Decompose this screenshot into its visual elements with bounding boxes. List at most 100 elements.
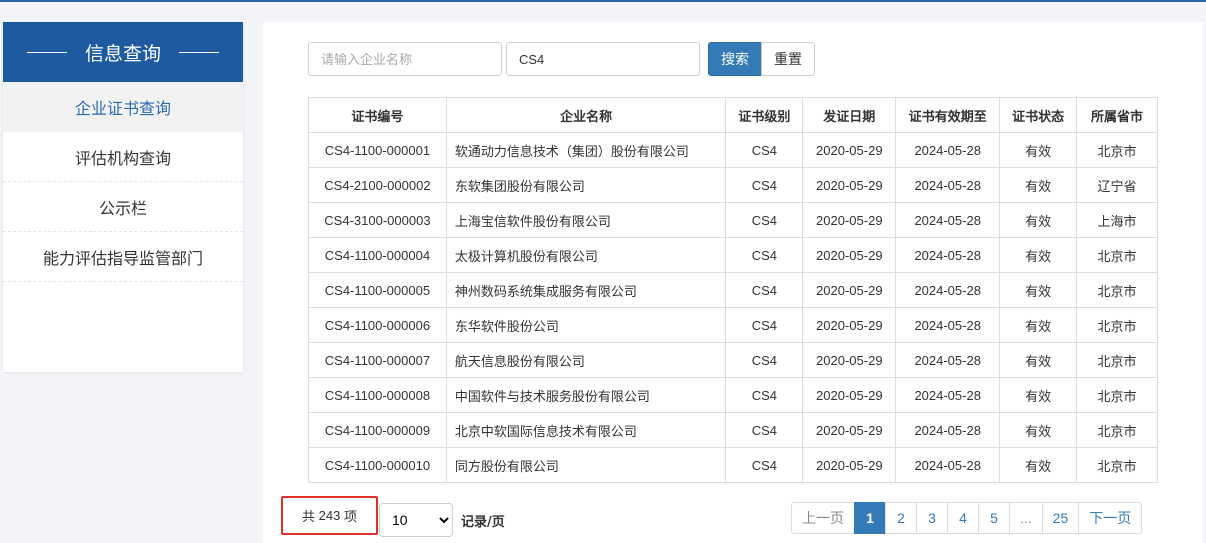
cell-level: CS4 bbox=[725, 307, 804, 343]
cell-level: CS4 bbox=[725, 342, 804, 378]
sidebar-header: 信息查询 bbox=[3, 22, 243, 82]
sidebar-item-certificate-query[interactable]: 企业证书查询 bbox=[3, 82, 243, 132]
cell-company: 同方股份有限公司 bbox=[445, 447, 727, 483]
cell-level: CS4 bbox=[725, 272, 804, 308]
pagination: 上一页 1 2 3 4 5 ... 25 下一页 bbox=[791, 502, 1143, 534]
cell-company: 神州数码系统集成服务有限公司 bbox=[445, 272, 727, 308]
search-bar: 搜索 重置 bbox=[308, 42, 815, 76]
total-count: 共 243 项 bbox=[281, 496, 378, 535]
cell-company: 软通动力信息技术（集团）股份有限公司 bbox=[445, 132, 727, 168]
cell-level: CS4 bbox=[725, 167, 804, 203]
table-row: CS4-1100-000008 中国软件与技术服务股份有限公司 CS4 2020-05… bbox=[308, 377, 1158, 413]
cell-cert-no: CS4-1100-000008 bbox=[308, 377, 447, 413]
cell-cert-no: CS4-1100-000010 bbox=[308, 447, 447, 483]
page-button-25[interactable]: 25 bbox=[1041, 502, 1080, 534]
cell-expiry-date: 2024-05-28 bbox=[895, 132, 1001, 168]
page-button-3[interactable]: 3 bbox=[916, 502, 948, 534]
cell-cert-no: CS4-1100-000006 bbox=[308, 307, 447, 343]
cell-level: CS4 bbox=[725, 377, 804, 413]
cell-cert-no: CS4-1100-000004 bbox=[308, 237, 447, 273]
page-ellipsis: ... bbox=[1009, 502, 1043, 534]
company-name-input[interactable] bbox=[308, 42, 502, 76]
cell-expiry-date: 2024-05-28 bbox=[895, 167, 1001, 203]
cell-issue-date: 2020-05-29 bbox=[802, 447, 897, 483]
cell-status: 有效 bbox=[999, 307, 1078, 343]
table-row: CS4-1100-000007 航天信息股份有限公司 CS4 2020-05-29 20… bbox=[308, 342, 1158, 378]
search-button[interactable]: 搜索 bbox=[708, 42, 762, 76]
cell-cert-no: CS4-3100-000003 bbox=[308, 202, 447, 238]
column-header: 证书级别 bbox=[725, 97, 804, 133]
cell-province: 北京市 bbox=[1076, 412, 1158, 448]
table-row: CS4-1100-000005 神州数码系统集成服务有限公司 CS4 2020-05-… bbox=[308, 272, 1158, 308]
cell-company: 太极计算机股份有限公司 bbox=[445, 237, 727, 273]
table-row: CS4-1100-000010 同方股份有限公司 CS4 2020-05-29 2024… bbox=[308, 447, 1158, 483]
table-row: CS4-3100-000003 上海宝信软件股份有限公司 CS4 2020-05-29… bbox=[308, 202, 1158, 238]
cell-expiry-date: 2024-05-28 bbox=[895, 202, 1001, 238]
column-header: 发证日期 bbox=[802, 97, 897, 133]
cell-expiry-date: 2024-05-28 bbox=[895, 272, 1001, 308]
column-header: 所属省市 bbox=[1076, 97, 1158, 133]
table-row: CS4-1100-000006 东华软件股份公司 CS4 2020-05-29 2024… bbox=[308, 307, 1158, 343]
cell-province: 北京市 bbox=[1076, 377, 1158, 413]
total-suffix: 项 bbox=[343, 510, 357, 525]
cell-expiry-date: 2024-05-28 bbox=[895, 447, 1001, 483]
cell-level: CS4 bbox=[725, 447, 804, 483]
cell-issue-date: 2020-05-29 bbox=[802, 307, 897, 343]
cell-province: 北京市 bbox=[1076, 447, 1158, 483]
cell-expiry-date: 2024-05-28 bbox=[895, 377, 1001, 413]
cell-issue-date: 2020-05-29 bbox=[802, 237, 897, 273]
cell-level: CS4 bbox=[725, 237, 804, 273]
cell-expiry-date: 2024-05-28 bbox=[895, 342, 1001, 378]
cell-province: 北京市 bbox=[1076, 342, 1158, 378]
header-dash-left bbox=[26, 51, 67, 53]
cell-status: 有效 bbox=[999, 202, 1078, 238]
cell-issue-date: 2020-05-29 bbox=[802, 202, 897, 238]
cell-company: 航天信息股份有限公司 bbox=[445, 342, 727, 378]
header-dash-right bbox=[179, 51, 219, 53]
reset-button[interactable]: 重置 bbox=[761, 42, 815, 76]
column-header: 证书编号 bbox=[308, 97, 447, 133]
cell-status: 有效 bbox=[999, 342, 1078, 378]
next-page-button[interactable]: 下一页 bbox=[1078, 502, 1143, 534]
total-count-value: 243 bbox=[318, 508, 341, 523]
cell-status: 有效 bbox=[999, 412, 1078, 448]
cell-status: 有效 bbox=[999, 377, 1078, 413]
page-size-select[interactable]: 10 bbox=[379, 503, 453, 537]
column-header: 证书有效期至 bbox=[895, 97, 1001, 133]
cell-issue-date: 2020-05-29 bbox=[802, 412, 897, 448]
cell-province: 辽宁省 bbox=[1076, 167, 1158, 203]
page-button-4[interactable]: 4 bbox=[947, 502, 979, 534]
cell-status: 有效 bbox=[999, 237, 1078, 273]
per-page-label: 记录/页 bbox=[461, 515, 505, 530]
table-row: CS4-1100-000004 太极计算机股份有限公司 CS4 2020-05-29 2… bbox=[308, 237, 1158, 273]
cell-issue-date: 2020-05-29 bbox=[802, 342, 897, 378]
page-button-1[interactable]: 1 bbox=[854, 502, 886, 534]
sidebar-item-supervision-dept[interactable]: 能力评估指导监管部门 bbox=[3, 232, 243, 282]
cell-cert-no: CS4-2100-000002 bbox=[308, 167, 447, 203]
cell-province: 北京市 bbox=[1076, 272, 1158, 308]
table-row: CS4-1100-000001 软通动力信息技术（集团）股份有限公司 CS4 2020… bbox=[308, 132, 1158, 168]
total-prefix: 共 bbox=[302, 510, 316, 525]
cell-level: CS4 bbox=[725, 132, 804, 168]
cell-level: CS4 bbox=[725, 202, 804, 238]
cell-issue-date: 2020-05-29 bbox=[802, 132, 897, 168]
sidebar-item-bulletin[interactable]: 公示栏 bbox=[3, 182, 243, 232]
cell-cert-no: CS4-1100-000007 bbox=[308, 342, 447, 378]
sidebar-item-agency-query[interactable]: 评估机构查询 bbox=[3, 132, 243, 182]
prev-page-button[interactable]: 上一页 bbox=[791, 502, 855, 534]
table-row: CS4-2100-000002 东软集团股份有限公司 CS4 2020-05-29 20… bbox=[308, 167, 1158, 203]
cell-cert-no: CS4-1100-000001 bbox=[308, 132, 447, 168]
cell-province: 上海市 bbox=[1076, 202, 1158, 238]
sidebar: 信息查询 企业证书查询 评估机构查询 公示栏 能力评估指导监管部门 bbox=[3, 22, 243, 372]
sidebar-item-label: 评估机构查询 bbox=[74, 148, 171, 168]
cell-province: 北京市 bbox=[1076, 237, 1158, 273]
certificate-level-input[interactable] bbox=[506, 42, 700, 76]
cell-cert-no: CS4-1100-000005 bbox=[308, 272, 447, 308]
cell-issue-date: 2020-05-29 bbox=[802, 272, 897, 308]
cell-company: 中国软件与技术服务股份有限公司 bbox=[445, 377, 727, 413]
page-button-2[interactable]: 2 bbox=[885, 502, 917, 534]
page-button-5[interactable]: 5 bbox=[978, 502, 1010, 534]
cell-company: 上海宝信软件股份有限公司 bbox=[445, 202, 727, 238]
column-header: 证书状态 bbox=[999, 97, 1078, 133]
cell-status: 有效 bbox=[999, 132, 1078, 168]
